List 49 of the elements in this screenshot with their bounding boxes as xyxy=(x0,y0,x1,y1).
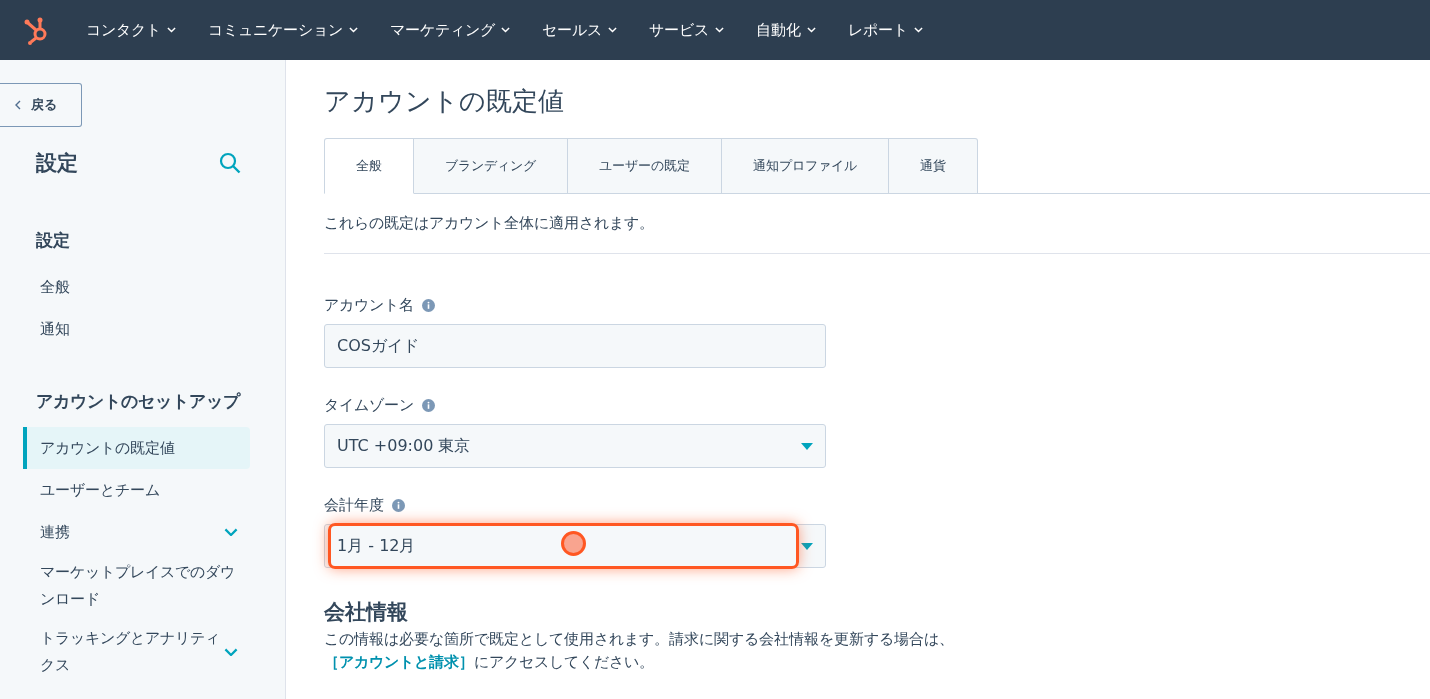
chevron-down-icon xyxy=(608,27,617,33)
tab[interactable]: 全般 xyxy=(324,138,414,194)
chevron-down-icon xyxy=(914,27,923,33)
field-label: アカウント名 xyxy=(324,296,414,315)
chevron-down-icon xyxy=(715,27,724,33)
section-heading: アカウントのセットアップ xyxy=(36,390,242,413)
chevron-down-icon xyxy=(349,27,358,33)
sidebar-item[interactable]: ユーザーとチーム xyxy=(23,469,250,511)
search-icon[interactable] xyxy=(219,152,241,174)
info-icon[interactable] xyxy=(422,399,435,412)
description-text: これらの既定はアカウント全体に適用されます。 xyxy=(324,214,655,233)
chevron-down-icon xyxy=(167,27,176,33)
info-text: この情報は必要な箇所で既定として使用されます。請求に関する会社情報を更新する場合は、 ［アカウントと請求］にアクセスしてください。 xyxy=(324,630,955,672)
section-heading: 会社情報 xyxy=(324,599,409,626)
input-field[interactable]: COSガイド xyxy=(324,324,826,368)
nav-menu[interactable]: レポート xyxy=(832,0,939,60)
sidebar-item[interactable]: アカウントの既定値 xyxy=(23,427,250,469)
click-marker xyxy=(561,531,586,556)
dropdown-caret-icon xyxy=(801,542,813,550)
info-icon[interactable] xyxy=(422,299,435,312)
tab[interactable]: 通知プロファイル xyxy=(722,138,889,194)
tab[interactable]: ブランディング xyxy=(414,138,568,194)
nav-menu[interactable]: コンタクト xyxy=(70,0,192,60)
back-button[interactable]: 戻る xyxy=(0,83,82,127)
sidebar-item[interactable]: トラッキングとアナリティクス xyxy=(23,619,250,685)
tab[interactable]: ユーザーの既定 xyxy=(568,138,722,194)
field-label: 会計年度 xyxy=(324,496,384,515)
nav-menu[interactable]: マーケティング xyxy=(374,0,526,60)
info-icon[interactable] xyxy=(392,499,405,512)
nav-menu[interactable]: サービス xyxy=(633,0,740,60)
chevron-down-icon xyxy=(807,27,816,33)
chevron-left-icon xyxy=(15,100,21,110)
sidebar-item[interactable]: 連携 xyxy=(23,511,250,553)
chevron-down-icon xyxy=(501,27,510,33)
account-billing-link[interactable]: ［アカウントと請求］ xyxy=(324,654,474,670)
tab[interactable]: 通貨 xyxy=(889,138,978,194)
nav-menu[interactable]: コミュニケーション xyxy=(192,0,374,60)
nav-menu[interactable]: 自動化 xyxy=(740,0,832,60)
sidebar-title: 設定 xyxy=(36,150,78,177)
page-title: アカウントの既定値 xyxy=(324,85,565,118)
nav-menu[interactable]: セールス xyxy=(526,0,633,60)
sidebar-item[interactable]: マーケットプレイスでのダウンロード xyxy=(23,553,250,619)
select-dropdown[interactable]: UTC +09:00 東京 xyxy=(324,424,826,468)
sidebar-item[interactable]: 全般 xyxy=(23,266,250,308)
dropdown-caret-icon xyxy=(801,442,813,450)
field-label: タイムゾーン xyxy=(324,396,414,415)
section-heading: 設定 xyxy=(36,229,71,252)
select-dropdown[interactable]: 1月 - 12月 xyxy=(324,524,826,568)
sidebar-item[interactable]: 通知 xyxy=(23,308,250,350)
